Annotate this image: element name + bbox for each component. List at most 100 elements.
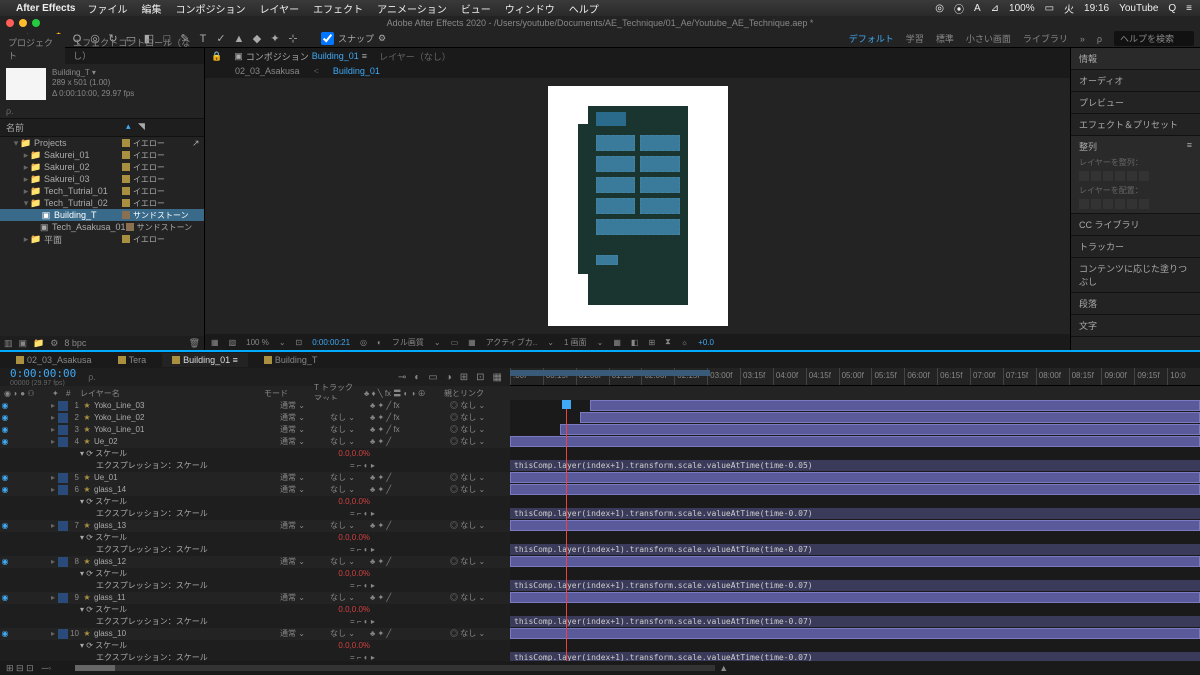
viewer-fit-icon[interactable]: ⊡	[296, 338, 303, 347]
property-row[interactable]: ▾ ⟳ スケール0.0,0.0%	[0, 532, 510, 544]
timecode[interactable]: 0:00:00:00	[10, 367, 76, 380]
current-time-indicator[interactable]	[566, 400, 567, 661]
menu-help[interactable]: ヘルプ	[569, 1, 599, 16]
proj-settings-icon[interactable]: ⚙	[50, 338, 58, 349]
timeline-search[interactable]: ρ.	[82, 372, 392, 382]
exposure-icon[interactable]: ☼	[681, 338, 688, 347]
app-name[interactable]: After Effects	[16, 3, 75, 14]
brush-tool-icon[interactable]: ✓	[213, 31, 229, 47]
panel-align[interactable]: 整列≡ レイヤーを整列： レイヤーを配置：	[1071, 136, 1200, 214]
expression-text[interactable]: thisComp.layer(index+1).transform.scale.…	[510, 652, 1200, 661]
close-window-button[interactable]	[6, 19, 14, 27]
panel-audio[interactable]: オーディオ	[1071, 70, 1200, 92]
snapshot-icon[interactable]: ◎	[360, 338, 367, 347]
panel-paragraph[interactable]: 段落	[1071, 293, 1200, 315]
project-item[interactable]: ▸📁Sakurei_01イエロー	[0, 149, 204, 161]
roto-tool-icon[interactable]: ✦	[267, 31, 283, 47]
search-help-input[interactable]: ヘルプを検索	[1114, 31, 1194, 46]
workspace-default[interactable]: デフォルト	[849, 32, 894, 45]
property-row[interactable]: ▾ ⟳ スケール0.0,0.0%	[0, 640, 510, 652]
project-item[interactable]: ▸📁Sakurei_03イエロー	[0, 173, 204, 185]
wifi-icon[interactable]: ⊿	[991, 3, 999, 14]
sort-icon[interactable]: ▴	[126, 121, 138, 134]
expression-row[interactable]: エクスプレッション：スケール= ⌐ ◐ ▸	[0, 508, 510, 520]
zoom-level[interactable]: 100 %	[246, 338, 269, 347]
active-cam[interactable]: アクティブカ..	[486, 337, 538, 348]
time-ruler[interactable]: :00f00:15f01:00f01:15f02:00f02:15f03:00f…	[510, 368, 1200, 386]
eraser-tool-icon[interactable]: ◆	[249, 31, 265, 47]
workspace-small[interactable]: 小さい画面	[966, 32, 1011, 45]
col-sw[interactable]: ♣ ♦ ╲ fx 〓 ◐ ◑ ⊕	[360, 388, 440, 399]
col-mode[interactable]: モード	[260, 388, 310, 399]
crumb-2[interactable]: Building_01	[333, 66, 380, 76]
zoom-out-icon[interactable]: ─◦	[42, 663, 52, 673]
layer-tab[interactable]: レイヤー（なし）	[379, 50, 451, 63]
expression-text[interactable]: thisComp.layer(index+1).transform.scale.…	[510, 580, 1200, 591]
tl-draft-icon[interactable]: ⊡	[476, 372, 484, 383]
tl-graph-icon[interactable]: ⊞	[460, 372, 468, 383]
comp-lock-icon[interactable]: 🔒	[211, 51, 222, 62]
panel-cclib[interactable]: CC ライブラリ	[1071, 214, 1200, 236]
interpret-icon[interactable]: ▥	[4, 338, 13, 349]
timeline-layer-row[interactable]: ◉▸2★Yoko_Line_02通常 ⌄なし ⌄♣ ✦ ╱ fx◎ なし ⌄	[0, 412, 510, 424]
timeline-layer-row[interactable]: ◉▸8★glass_12通常 ⌄なし ⌄♣ ✦ ╱◎ なし ⌄	[0, 556, 510, 568]
comp-tab-active[interactable]: ▣ コンポジション Building_01 ≡	[234, 50, 367, 63]
project-item[interactable]: ▾📁Tech_Tutrial_02イエロー	[0, 197, 204, 209]
workspace-library[interactable]: ライブラリ	[1023, 32, 1068, 45]
composition-viewer[interactable]	[205, 78, 1070, 334]
col-layer[interactable]: レイヤー名	[76, 388, 260, 399]
timeline-tab[interactable]: 02_03_Asakusa	[6, 353, 102, 367]
effect-controls-tab[interactable]: エフェクトコントロール（なし）	[65, 34, 204, 64]
snap-options-icon[interactable]: ⚙	[378, 33, 386, 44]
timeline-tab[interactable]: Building_01 ≡	[162, 353, 248, 367]
project-item[interactable]: ▣Tech_Asakusa_01サンドストーン	[0, 221, 204, 233]
roi-icon[interactable]: ▭	[451, 338, 459, 347]
project-item[interactable]: ▣Building_Tサンドストーン	[0, 209, 204, 221]
property-row[interactable]: ▾ ⟳ スケール0.0,0.0%	[0, 496, 510, 508]
viewer-pixel-icon[interactable]: ⊞	[648, 338, 655, 347]
cast-icon[interactable]: ◎	[935, 3, 944, 14]
timeline-layer-row[interactable]: ◉▸9★glass_11通常 ⌄なし ⌄♣ ✦ ╱◎ なし ⌄	[0, 592, 510, 604]
property-row[interactable]: ▾ ⟳ スケール0.0,0.0%	[0, 604, 510, 616]
new-folder-icon[interactable]: 📁	[33, 338, 44, 349]
col-parent[interactable]: 親とリンク	[440, 388, 510, 399]
viewer-time-icon[interactable]: ⧗	[665, 337, 671, 347]
menu-layer[interactable]: レイヤー	[259, 1, 299, 16]
tl-frame-icon[interactable]: ▭	[428, 372, 437, 383]
menu-icon[interactable]: ≡	[1186, 3, 1192, 14]
viewer-mask-icon[interactable]: ◧	[631, 338, 639, 347]
expression-row[interactable]: エクスプレッション：スケール= ⌐ ◐ ▸	[0, 460, 510, 472]
project-col-tag[interactable]: ◥	[138, 121, 198, 134]
menu-effect[interactable]: エフェクト	[313, 1, 363, 16]
timeline-layer-row[interactable]: ◉▸4★Ue_02通常 ⌄なし ⌄♣ ✦ ╱◎ なし ⌄	[0, 436, 510, 448]
timeline-layer-row[interactable]: ◉▸6★glass_14通常 ⌄なし ⌄♣ ✦ ╱◎ なし ⌄	[0, 484, 510, 496]
workspace-more-icon[interactable]: »	[1080, 34, 1085, 44]
panel-info[interactable]: 情報	[1071, 48, 1200, 70]
viewer-time[interactable]: 0:00:00:21	[312, 338, 350, 347]
project-tab[interactable]: プロジェクト	[0, 34, 65, 64]
tl-toggle-icon[interactable]: ⊞ ⊟ ⊡	[6, 663, 34, 674]
project-col-name[interactable]: 名前	[6, 121, 126, 134]
project-search[interactable]: ρ.	[0, 104, 204, 118]
screencast-icon[interactable]: ⦿	[954, 1, 964, 16]
timeline-layer-row[interactable]: ◉▸1★Yoko_Line_03通常 ⌄ ♣ ✦ ╱ fx◎ なし ⌄	[0, 400, 510, 412]
expression-text[interactable]: thisComp.layer(index+1).transform.scale.…	[510, 460, 1200, 471]
project-item[interactable]: ▸📁Tech_Tutrial_01イエロー	[0, 185, 204, 197]
timeline-zoom-slider[interactable]	[75, 665, 715, 671]
crumb-1[interactable]: 02_03_Asakusa	[235, 66, 300, 76]
transparency-icon[interactable]: ▦	[468, 338, 476, 347]
timeline-tab[interactable]: Tera	[108, 353, 157, 367]
expression-text[interactable]: thisComp.layer(index+1).transform.scale.…	[510, 616, 1200, 627]
project-item[interactable]: ▸📁Sakurei_02イエロー	[0, 161, 204, 173]
spotlight-icon[interactable]: Q	[1168, 3, 1176, 14]
workspace-standard[interactable]: 標準	[936, 32, 954, 45]
new-comp-icon[interactable]: ▣	[19, 338, 28, 349]
panel-effects[interactable]: エフェクト＆プリセット	[1071, 114, 1200, 136]
zoom-in-icon[interactable]: ▲	[719, 663, 728, 673]
bpc-label[interactable]: 8 bpc	[64, 338, 86, 348]
property-row[interactable]: ▾ ⟳ スケール0.0,0.0%	[0, 448, 510, 460]
panel-character[interactable]: 文字	[1071, 315, 1200, 337]
tl-mb-icon[interactable]: ◑	[446, 372, 452, 383]
expression-text[interactable]: thisComp.layer(index+1).transform.scale.…	[510, 544, 1200, 555]
expression-row[interactable]: エクスプレッション：スケール= ⌐ ◐ ▸	[0, 652, 510, 661]
